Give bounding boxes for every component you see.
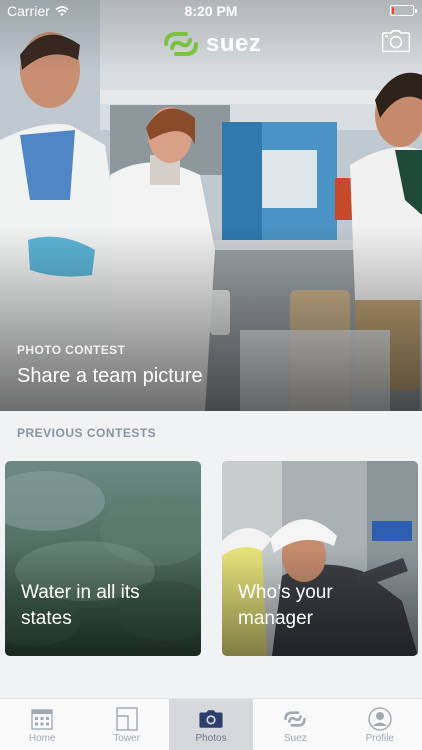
tab-bar: Home Tower Photos Suez Profile [0,698,422,750]
contest-card-manager[interactable]: Who’s your manager [222,461,418,656]
camera-icon [381,30,411,53]
tab-label: Photos [195,733,227,744]
hero-banner[interactable]: Carrier 8:20 PM suez PHOTO CONTEST Share… [0,0,422,411]
camera-button[interactable] [381,30,411,53]
section-title: PREVIOUS CONTESTS [17,426,157,440]
status-time: 8:20 PM [184,3,238,19]
brand-logo: suez [162,30,261,58]
card-title-line: Water in all its [21,582,140,603]
contest-card-water[interactable]: Water in all its states [5,461,201,656]
suez-logo-icon [283,707,307,731]
previous-contests-header: PREVIOUS CONTESTS [0,411,422,456]
tab-label: Suez [284,733,307,744]
status-right [390,5,417,16]
hero-eyebrow: PHOTO CONTEST [17,343,126,357]
contests-grid: Water in all its states Who’s your manag… [0,456,422,698]
battery-level [392,7,394,14]
hero-caption: PHOTO CONTEST Share a team picture [17,343,407,388]
tab-label: Tower [113,733,140,744]
status-bar: Carrier 8:20 PM [0,0,422,22]
card-title-line: states [21,608,72,629]
battery-icon [390,5,417,16]
brand-name: suez [206,30,262,57]
card-title-line: manager [238,608,313,629]
contest-card-title: Who’s your manager [238,580,406,632]
tab-label: Profile [365,733,394,744]
tab-label: Home [28,733,56,744]
tab-profile[interactable]: Profile [338,699,422,750]
tower-icon [115,707,139,731]
hero-title[interactable]: Share a team picture [17,365,407,388]
tab-suez[interactable]: Suez [253,699,337,750]
tab-tower[interactable]: Tower [84,699,168,750]
tab-home[interactable]: Home [0,699,84,750]
home-icon [30,707,54,731]
contest-card-title: Water in all its states [21,580,189,632]
card-title-line: Who’s your [238,582,333,603]
camera-icon [199,707,223,731]
profile-icon [368,707,392,731]
suez-logo-icon [164,32,198,56]
tab-photos[interactable]: Photos [168,699,254,750]
